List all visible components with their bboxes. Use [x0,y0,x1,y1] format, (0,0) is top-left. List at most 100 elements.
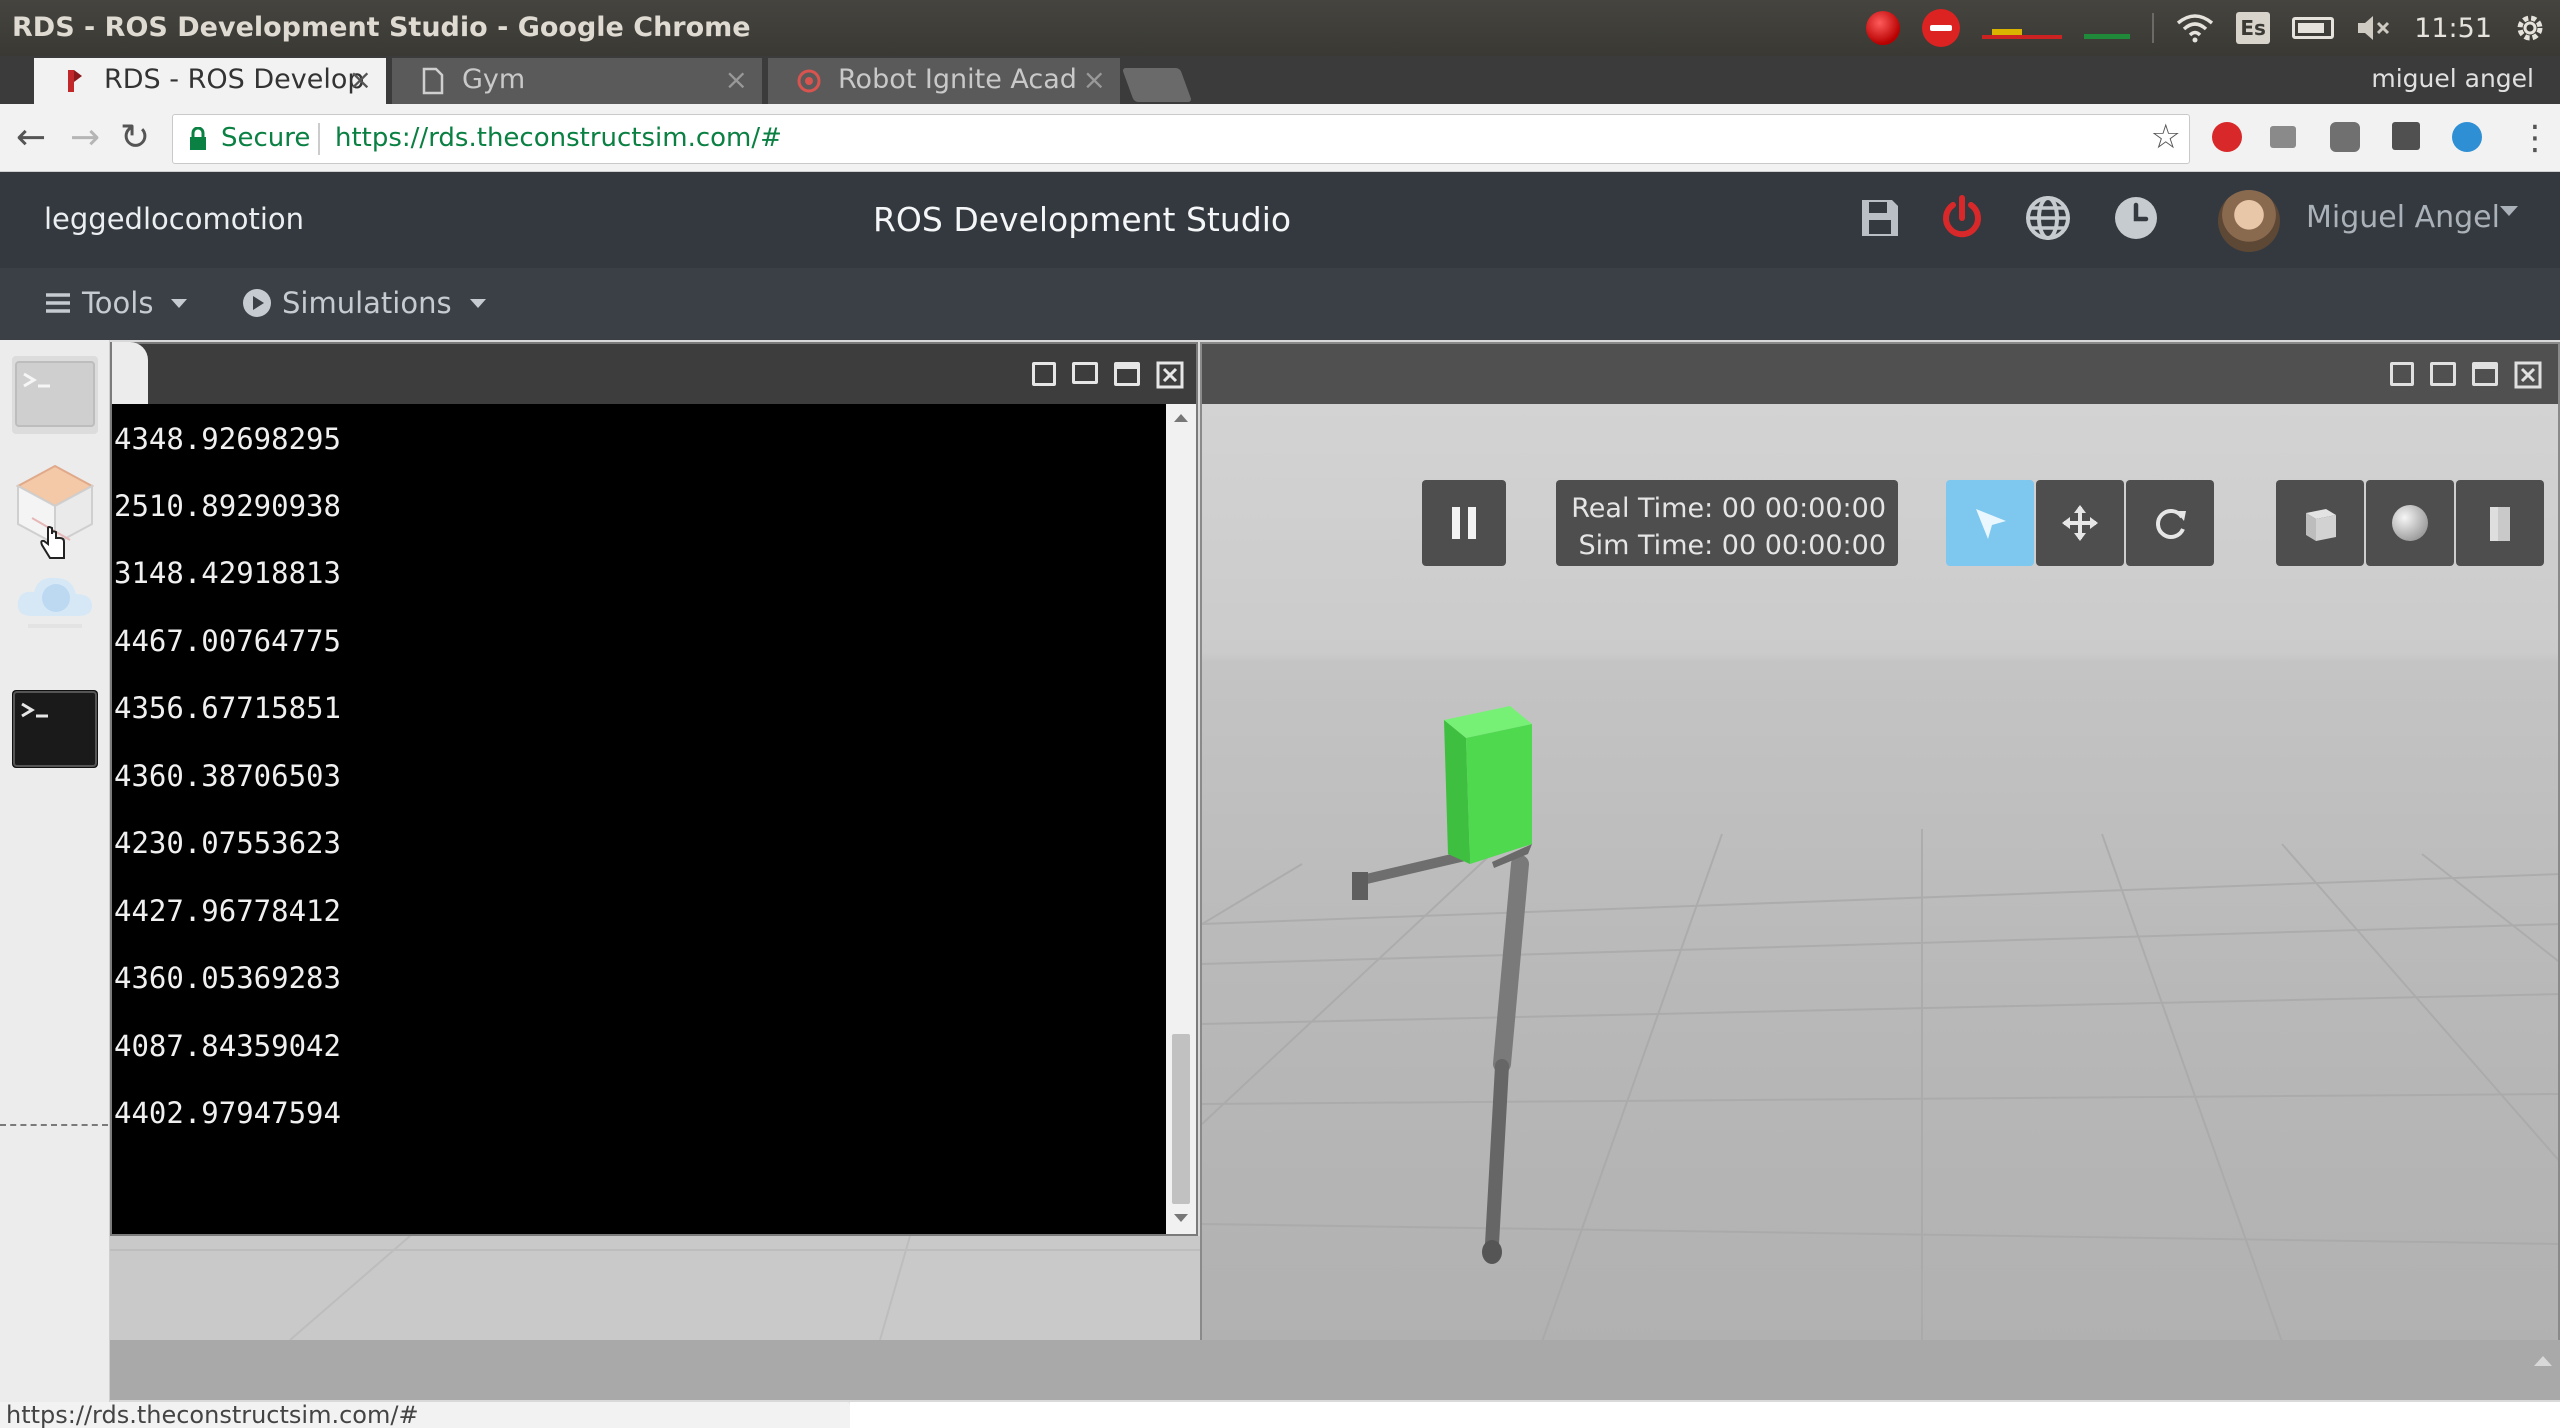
pause-button[interactable] [1422,480,1506,566]
sim-time-value: 00 00:00:00 [1721,530,1886,561]
volume-muted-icon[interactable] [2356,13,2392,43]
left-tool-dock [0,340,110,1402]
user-name[interactable]: Miguel Angel [2306,200,2500,235]
tools-menu-label: Tools [82,286,154,320]
cloud-launcher[interactable] [12,566,98,644]
robot-model[interactable] [1342,704,1642,1264]
terminal-line: 4230.07553623 [114,826,341,860]
close-tab-icon[interactable]: × [349,58,372,102]
maximize-window-icon[interactable] [2472,362,2498,386]
eyedropper-extension-icon[interactable] [2392,122,2420,150]
power-icon[interactable] [1936,192,1988,244]
close-tab-icon[interactable]: × [1083,58,1106,102]
bookmark-star-icon[interactable]: ☆ [2151,117,2181,157]
record-indicator-icon[interactable] [1866,11,1901,45]
close-window-icon[interactable] [2514,361,2542,389]
app-menu-bar: Tools Simulations [0,268,2560,340]
gazebo-3d-viewport[interactable]: Real Time: 00 00:00:00 Sim Time: 00 00:0… [1202,404,2558,1394]
tab-rds[interactable]: RDS - ROS Develop × [34,58,386,106]
back-arrow-icon[interactable]: ← [16,116,46,160]
select-mode-button[interactable] [1946,480,2034,566]
gazebo-titlebar[interactable] [1202,344,2558,404]
reload-icon[interactable]: ↻ [120,116,150,160]
clock-icon[interactable] [2110,192,2162,244]
gazebo-launcher[interactable] [12,460,98,559]
terminal-scrollbar[interactable] [1166,404,1196,1234]
maximize-window-icon[interactable] [1114,362,1140,386]
new-tab-button[interactable] [1121,68,1193,102]
chevron-down-icon [469,298,486,308]
browser-profile-name[interactable]: miguel angel [2371,64,2534,93]
document-icon [422,67,444,95]
terminal-line: 4356.67715851 [114,691,341,725]
shell-active-launcher[interactable] [12,690,98,768]
os-top-bar: RDS - ROS Development Studio - Google Ch… [0,0,2560,56]
scrollbar-thumb[interactable] [1172,1034,1190,1204]
terminal-output[interactable]: 4348.92698295 2510.89290938 3148.4291881… [112,404,1162,1234]
hand-cursor-icon [40,526,65,559]
globe-extension-icon[interactable] [2452,122,2482,152]
network-monitor-icon[interactable] [2084,15,2131,41]
scroll-up-arrow-icon[interactable] [1174,414,1188,422]
keyboard-layout-indicator[interactable]: Es [2236,12,2271,44]
pause-icon [1452,507,1476,539]
app-title: ROS Development Studio [873,200,1292,239]
rotate-mode-button[interactable] [2126,480,2214,566]
real-time-label: Real Time: [1571,493,1714,524]
address-bar: ← → ↻ Secure https://rds.theconstructsim… [0,104,2560,172]
cylinder-shape-icon [2490,507,2510,541]
save-icon[interactable] [1854,192,1906,244]
tools-menu[interactable]: Tools [44,286,188,320]
user-menu-caret-icon[interactable] [2500,206,2518,216]
sim-time-label: Sim Time: [1578,530,1714,561]
close-window-icon[interactable] [1156,361,1184,389]
restore-window-icon[interactable] [2390,362,2414,386]
rds-favicon-icon [68,70,82,92]
robot-ignite-icon [797,69,821,93]
scroll-down-arrow-icon[interactable] [1174,1214,1188,1222]
battery-icon[interactable] [2292,17,2335,39]
move-arrows-icon [2062,505,2098,541]
shell-launcher[interactable] [12,356,98,434]
settings-gear-icon[interactable] [2514,12,2546,44]
url-text[interactable]: https://rds.theconstructsim.com/# [335,123,782,153]
browser-menu-icon[interactable]: ⋮ [2518,116,2552,160]
stop-indicator-icon[interactable] [1922,9,1961,47]
window-title: RDS - ROS Development Studio - Google Ch… [12,12,751,43]
status-bar-filler [850,1402,2560,1428]
minimize-window-icon[interactable] [2430,362,2456,386]
cast-extension-icon[interactable] [2270,126,2296,148]
simulations-menu[interactable]: Simulations [242,286,486,320]
close-tab-icon[interactable]: × [725,58,748,102]
forward-arrow-icon[interactable]: → [70,116,100,160]
gazebo-window: Real Time: 00 00:00:00 Sim Time: 00 00:0… [1200,342,2560,1396]
translate-mode-button[interactable] [2036,480,2124,566]
tab-robot-ignite[interactable]: Robot Ignite Acad × [768,58,1120,106]
terminal-titlebar[interactable] [112,344,1196,404]
insert-sphere-button[interactable] [2366,480,2454,566]
gazebo-bottom-bar [110,1340,2560,1400]
terminal-line: 4402.97947594 [114,1096,341,1130]
system-monitor-icon[interactable] [1982,15,2063,41]
minimize-window-icon[interactable] [1072,362,1098,384]
adblock-extension-icon[interactable] [2212,122,2242,152]
clock[interactable]: 11:51 [2414,13,2492,44]
restore-window-icon[interactable] [1032,362,1056,386]
globe-icon[interactable] [2022,192,2074,244]
scroll-to-top-icon[interactable] [2534,1356,2552,1366]
terminal-line: 4360.05369283 [114,961,341,995]
tab-gym[interactable]: Gym × [392,58,762,106]
insert-cylinder-button[interactable] [2456,480,2544,566]
terminal-line: 3148.42918813 [114,556,341,590]
terminal-light-icon [15,361,95,427]
link-status-bar: https://rds.theconstructsim.com/# [0,1402,850,1428]
tab-label: Gym [462,64,526,95]
url-separator [318,123,320,155]
puzzle-extension-icon[interactable] [2330,122,2360,152]
url-omnibox[interactable]: Secure https://rds.theconstructsim.com/#… [172,114,2190,164]
wifi-icon[interactable] [2176,13,2214,43]
tab-label: Robot Ignite Acad [838,64,1077,95]
insert-box-button[interactable] [2276,480,2364,566]
terminal-line: 4348.92698295 [114,422,341,456]
user-avatar[interactable] [2218,190,2280,252]
